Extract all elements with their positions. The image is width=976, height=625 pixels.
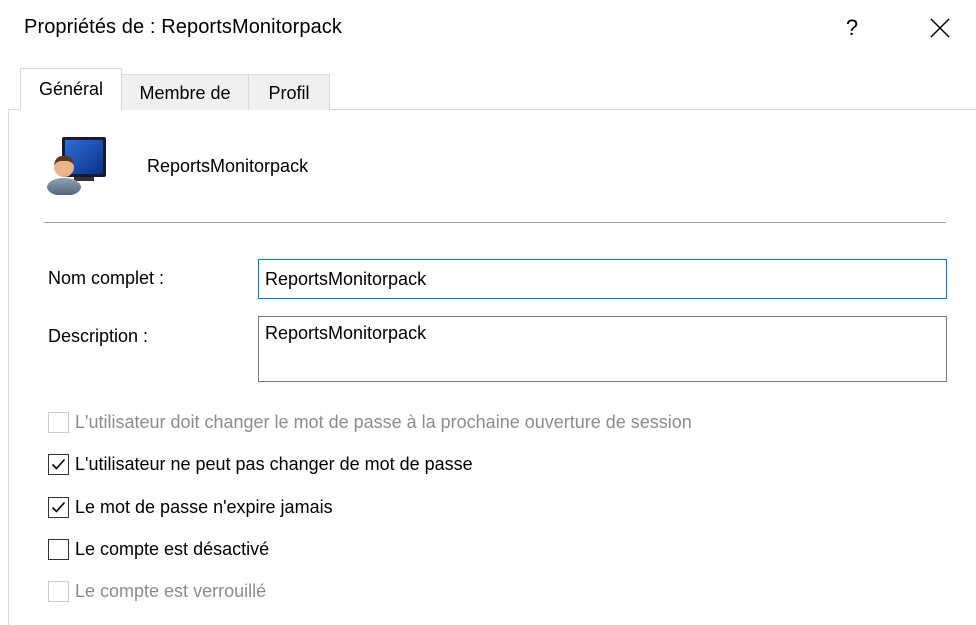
- separator: [44, 222, 946, 224]
- option-account-disabled[interactable]: Le compte est désactivé: [48, 537, 269, 561]
- checkbox[interactable]: [48, 496, 69, 518]
- checkbox[interactable]: [48, 580, 69, 602]
- properties-dialog: Propriétés de : ReportsMonitorpack ? Gén…: [0, 0, 976, 625]
- option-label: Le mot de passe n'expire jamais: [75, 496, 333, 517]
- option-label: L'utilisateur doit changer le mot de pas…: [75, 411, 692, 432]
- tab-member-of[interactable]: Membre de: [121, 74, 249, 110]
- checkbox[interactable]: [48, 411, 69, 433]
- full-name-label: Nom complet :: [48, 268, 165, 288]
- option-cannot-change-password[interactable]: L'utilisateur ne peut pas changer de mot…: [48, 452, 473, 476]
- close-button[interactable]: [918, 10, 962, 46]
- option-must-change-password[interactable]: L'utilisateur doit changer le mot de pas…: [48, 410, 692, 434]
- checkbox[interactable]: [48, 538, 69, 560]
- window-title: Propriétés de : ReportsMonitorpack: [24, 16, 342, 38]
- option-password-never-expires[interactable]: Le mot de passe n'expire jamais: [48, 495, 333, 519]
- description-input[interactable]: ReportsMonitorpack: [258, 316, 947, 382]
- checkbox[interactable]: [48, 453, 69, 475]
- option-label: L'utilisateur ne peut pas changer de mot…: [75, 453, 473, 474]
- option-account-locked[interactable]: Le compte est verrouillé: [48, 579, 266, 603]
- tab-general[interactable]: Général: [20, 68, 122, 111]
- user-account-icon: [47, 137, 106, 195]
- option-label: Le compte est désactivé: [75, 538, 270, 559]
- help-button[interactable]: ?: [830, 10, 874, 46]
- full-name-input[interactable]: [258, 259, 947, 299]
- close-icon: [930, 18, 950, 38]
- option-label: Le compte est verrouillé: [75, 580, 267, 601]
- description-label: Description :: [48, 326, 149, 346]
- checkmark-icon: [51, 501, 66, 513]
- tab-strip: Général Membre de Profil: [20, 68, 976, 111]
- account-name: ReportsMonitorpack: [147, 156, 309, 176]
- tab-profile[interactable]: Profil: [248, 74, 330, 110]
- checkmark-icon: [51, 458, 66, 470]
- title-bar: Propriétés de : ReportsMonitorpack ?: [0, 0, 976, 60]
